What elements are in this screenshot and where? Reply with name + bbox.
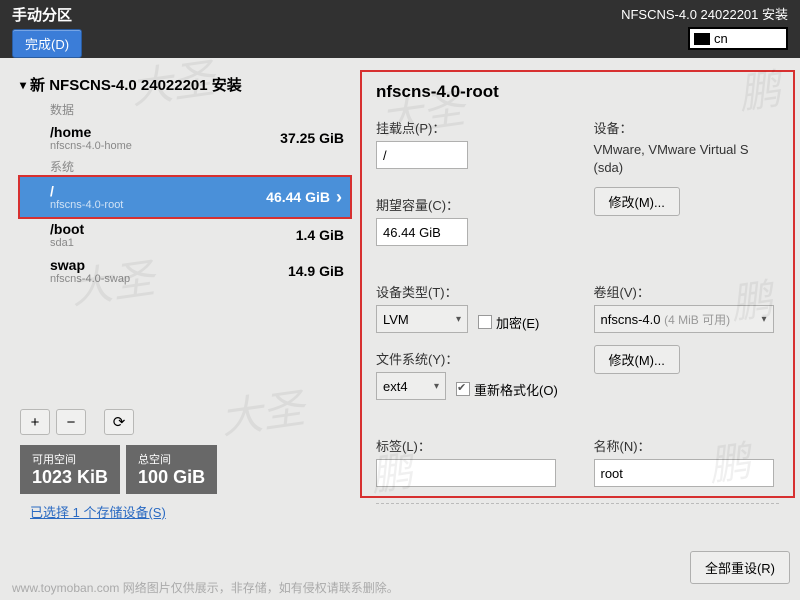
name-label: 名称(N)：	[594, 436, 780, 455]
modify-device-button[interactable]: 修改(M)...	[594, 187, 680, 216]
devtype-select[interactable]: LVM	[376, 305, 468, 333]
name-input[interactable]	[594, 459, 774, 487]
total-space-box: 总空间 100 GiB	[126, 445, 217, 494]
section-system: 系统	[20, 156, 350, 177]
fs-label: 文件系统(Y)：	[376, 349, 562, 368]
tag-input[interactable]	[376, 459, 556, 487]
done-button[interactable]: 完成(D)	[12, 29, 82, 58]
device-value: VMware, VMware Virtual S (sda)	[594, 141, 780, 177]
available-space-box: 可用空间 1023 KiB	[20, 445, 120, 494]
tree-header[interactable]: 新 NFSCNS-4.0 24022201 安装	[20, 70, 350, 99]
top-bar: 手动分区 完成(D) NFSCNS-4.0 24022201 安装 cn	[0, 0, 800, 58]
partition-row-swap[interactable]: swap nfscns-4.0-swap 14.9 GiB	[20, 253, 350, 289]
encrypt-checkbox[interactable]	[478, 315, 492, 329]
storage-devices-link[interactable]: 已选择 1 个存储设备(S)	[20, 494, 166, 521]
partition-toolbar: + − ⟳	[20, 409, 350, 435]
detail-title: nfscns-4.0-root	[376, 82, 779, 102]
reload-button[interactable]: ⟳	[104, 409, 134, 435]
section-data: 数据	[20, 99, 350, 120]
mount-input[interactable]	[376, 141, 468, 169]
modify-vg-button[interactable]: 修改(M)...	[594, 345, 680, 374]
fs-select[interactable]: ext4	[376, 372, 446, 400]
devtype-label: 设备类型(T)：	[376, 282, 562, 301]
capacity-label: 期望容量(C)：	[376, 195, 562, 214]
partition-tree: 新 NFSCNS-4.0 24022201 安装 数据 /home nfscns…	[20, 70, 350, 498]
device-label: 设备：	[594, 118, 780, 137]
page-title: 手动分区	[12, 4, 82, 25]
reset-all-button[interactable]: 全部重设(R)	[690, 551, 790, 584]
remove-partition-button[interactable]: −	[56, 409, 86, 435]
tag-label: 标签(L)：	[376, 436, 562, 455]
footer-note: www.toymoban.com 网络图片仅供展示，非存储，如有侵权请联系删除。	[12, 575, 399, 600]
partition-row-root[interactable]: / nfscns-4.0-root 46.44 GiB›	[18, 175, 352, 219]
partition-row-home[interactable]: /home nfscns-4.0-home 37.25 GiB	[20, 120, 350, 156]
partition-row-boot[interactable]: /boot sda1 1.4 GiB	[20, 217, 350, 253]
chevron-right-icon: ›	[336, 187, 342, 208]
keyboard-indicator[interactable]: cn	[688, 27, 788, 50]
add-partition-button[interactable]: +	[20, 409, 50, 435]
reformat-checkbox[interactable]	[456, 382, 470, 396]
capacity-input[interactable]	[376, 218, 468, 246]
installer-title: NFSCNS-4.0 24022201 安装	[621, 4, 788, 23]
vg-select[interactable]: nfscns-4.0 (4 MiB 可用)	[594, 305, 774, 333]
partition-detail-panel: nfscns-4.0-root 挂载点(P)： 期望容量(C)： 设备： VMw…	[360, 70, 795, 498]
vg-label: 卷组(V)：	[594, 282, 780, 301]
mount-label: 挂载点(P)：	[376, 118, 562, 137]
